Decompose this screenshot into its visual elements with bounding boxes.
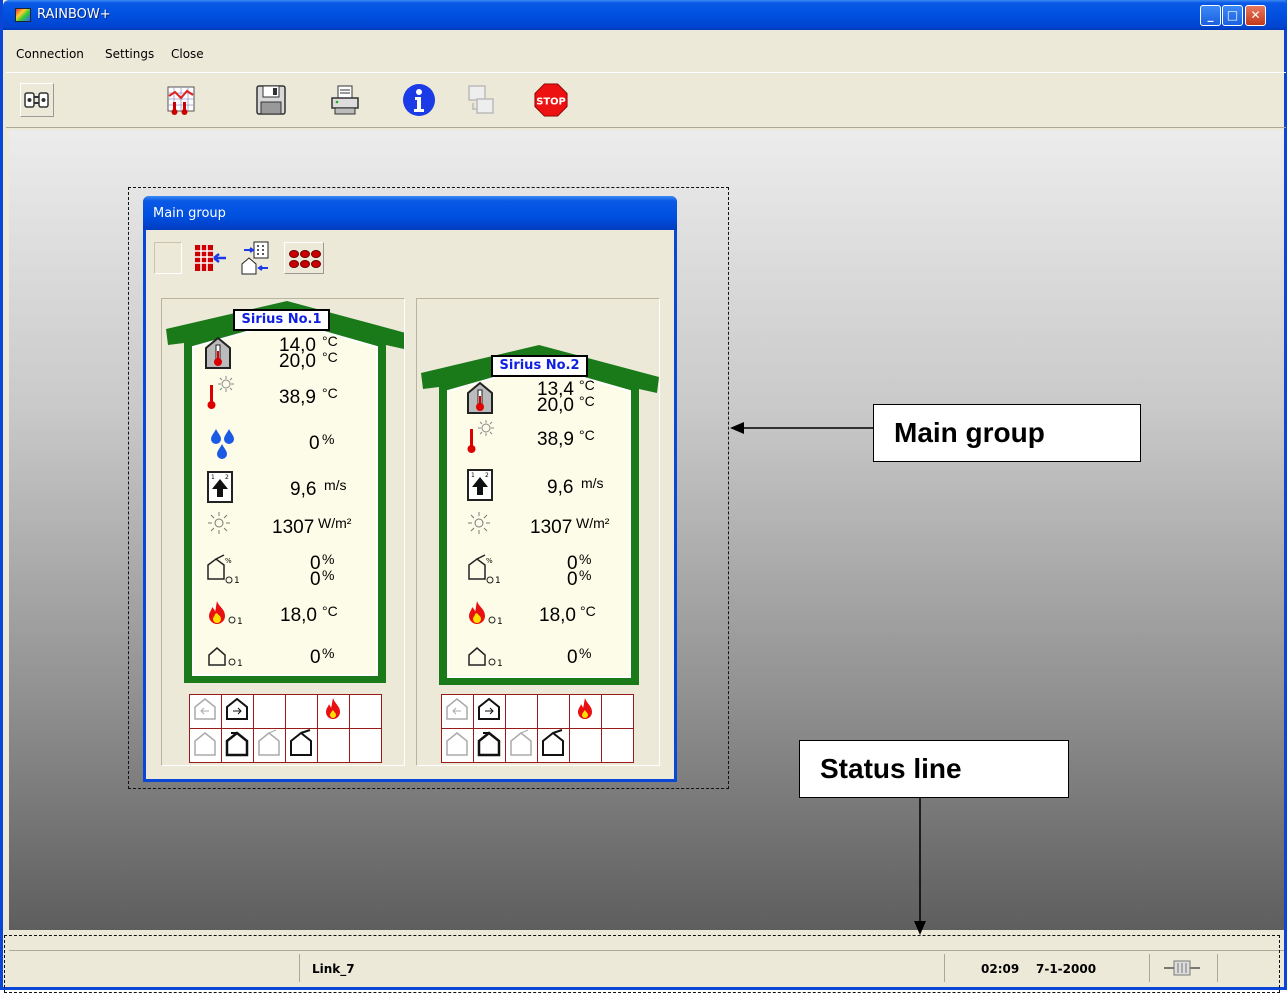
main-group-arrow <box>730 422 873 434</box>
stop-button[interactable]: STOP <box>534 83 568 117</box>
info-button[interactable] <box>402 83 436 117</box>
save-icon <box>256 85 286 115</box>
graph-icon <box>167 86 195 115</box>
status-line-callout: Status line <box>799 740 1069 798</box>
close-button[interactable]: ✕ <box>1245 5 1266 26</box>
menu-settings[interactable]: Settings <box>105 47 154 61</box>
window-title: RAINBOW+ <box>37 7 111 22</box>
app-icon <box>15 8 31 22</box>
title-bar[interactable]: RAINBOW+ _ □ ✕ <box>3 0 1287 30</box>
info-icon <box>403 84 435 116</box>
connection-icon <box>24 92 49 108</box>
main-group-callout: Main group <box>873 404 1141 462</box>
status-line-arrow <box>914 797 926 935</box>
stop-icon: STOP <box>534 83 568 117</box>
minimize-button[interactable]: _ <box>1200 5 1221 26</box>
status-line-outline <box>4 935 1280 993</box>
svg-text:STOP: STOP <box>536 96 566 107</box>
menu-bar: Connection Settings Close <box>6 43 1286 65</box>
toolbar: STOP <box>6 72 1286 128</box>
save-button[interactable] <box>254 83 288 117</box>
menu-connection[interactable]: Connection <box>16 47 84 61</box>
print-button[interactable] <box>328 83 362 117</box>
transfer-icon <box>468 85 494 114</box>
print-icon <box>331 85 359 115</box>
connection-button[interactable] <box>20 83 54 117</box>
menu-close[interactable]: Close <box>171 47 204 61</box>
maximize-button[interactable]: □ <box>1222 5 1243 26</box>
transfer-button[interactable] <box>464 83 498 117</box>
graph-button[interactable] <box>164 83 198 117</box>
main-group-outline <box>128 187 729 789</box>
